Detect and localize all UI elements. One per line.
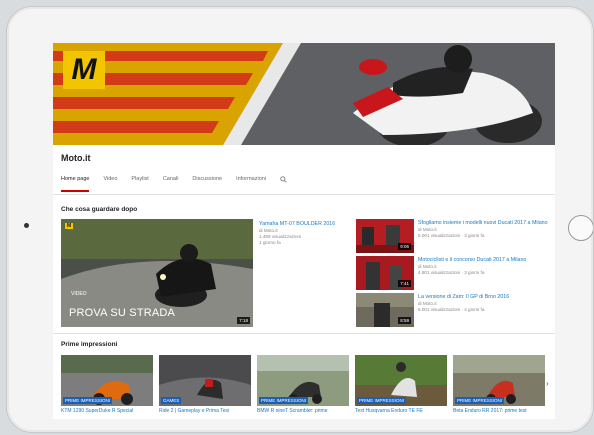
video-meta: 5.001 visualizzazioni · 3 giorni fa bbox=[418, 233, 485, 238]
screen: M Moto.it Home page Video Playlist Canal… bbox=[53, 43, 555, 419]
video-info: La versione di Zam: Il GP di Brno 2016 d… bbox=[418, 294, 548, 313]
video-thumbnail[interactable]: GAMES bbox=[159, 355, 251, 406]
search-icon[interactable] bbox=[280, 176, 287, 192]
tab-video[interactable]: Video bbox=[103, 176, 117, 192]
video-thumbnail[interactable]: PRIME IMPRESSIONI bbox=[355, 355, 447, 406]
list-item[interactable]: PRIME IMPRESSIONI Beta Enduro RR 2017: p… bbox=[453, 355, 545, 414]
list-item[interactable]: PRIME IMPRESSIONI Test Husqvarna Enduro … bbox=[355, 355, 447, 414]
video-thumbnail[interactable]: 8:59 bbox=[356, 293, 414, 327]
video-label: PRIME IMPRESSIONI bbox=[455, 397, 505, 404]
tablet-frame: M Moto.it Home page Video Playlist Canal… bbox=[6, 6, 594, 433]
section-title-next: Che cosa guardare dopo bbox=[61, 206, 138, 213]
section-title-first: Prime impressioni bbox=[61, 341, 118, 348]
video-thumbnail[interactable]: 9:06 bbox=[356, 219, 414, 253]
video-label: PRIME IMPRESSIONI bbox=[259, 397, 309, 404]
channel-banner: M bbox=[53, 43, 555, 145]
video-meta: 6.001 visualizzazioni · 4 giorni fa bbox=[418, 307, 485, 312]
duration-badge: 7:18 bbox=[237, 317, 250, 324]
featured-age: 1 giorno fa bbox=[259, 240, 281, 245]
video-thumbnail[interactable]: 7:41 bbox=[356, 256, 414, 290]
video-title[interactable]: Ride 2 | Gameplay e Prima Tesi bbox=[159, 408, 251, 414]
camera bbox=[24, 223, 29, 228]
video-title[interactable]: La versione di Zam: Il GP di Brno 2016 bbox=[418, 294, 548, 301]
duration-badge: 7:41 bbox=[398, 280, 411, 287]
chevron-right-icon[interactable]: › bbox=[546, 379, 549, 388]
list-item[interactable]: 7:41 Motociclisti e il concorso Ducati 2… bbox=[356, 256, 551, 290]
video-info: Sfogliamo insieme i modelli nuovi Ducati… bbox=[418, 220, 548, 239]
featured-info: Yamaha MT-07 BOULDER 2016 di Moto.it 1.4… bbox=[259, 221, 349, 246]
channel-badge: M bbox=[65, 223, 74, 229]
list-item[interactable]: PRIME IMPRESSIONI KTM 1290 SuperDuke R S… bbox=[61, 355, 153, 414]
channel-logo[interactable]: M bbox=[63, 51, 105, 89]
video-title[interactable]: KTM 1290 SuperDuke R Special bbox=[61, 408, 153, 414]
video-title[interactable]: Beta Enduro RR 2017: prime test bbox=[453, 408, 545, 414]
video-label: PRIME IMPRESSIONI bbox=[63, 397, 113, 404]
featured-video-thumbnail[interactable]: M VIDEO PROVA SU STRADA 7:18 bbox=[61, 219, 253, 327]
featured-overlay-label: VIDEO bbox=[71, 291, 87, 297]
banner-art bbox=[53, 43, 555, 145]
video-label: GAMES bbox=[161, 397, 182, 404]
tab-home[interactable]: Home page bbox=[61, 176, 90, 192]
divider bbox=[53, 333, 555, 334]
video-meta: 4.801 visualizzazioni · 3 giorni fa bbox=[418, 270, 485, 275]
home-button[interactable] bbox=[568, 215, 593, 241]
channel-name[interactable]: Moto.it bbox=[61, 153, 91, 163]
list-item[interactable]: PRIME IMPRESSIONI BMW R nineT Scrambler:… bbox=[257, 355, 349, 414]
divider bbox=[53, 194, 555, 195]
duration-badge: 9:06 bbox=[398, 243, 411, 250]
list-item[interactable]: 9:06 Sfogliamo insieme i modelli nuovi D… bbox=[356, 219, 551, 253]
video-thumbnail[interactable]: PRIME IMPRESSIONI bbox=[257, 355, 349, 406]
tab-playlist[interactable]: Playlist bbox=[131, 176, 148, 192]
video-label: PRIME IMPRESSIONI bbox=[357, 397, 407, 404]
video-title[interactable]: Sfogliamo insieme i modelli nuovi Ducati… bbox=[418, 220, 548, 227]
tab-about[interactable]: Informazioni bbox=[236, 176, 266, 192]
video-thumbnail[interactable]: PRIME IMPRESSIONI bbox=[453, 355, 545, 406]
list-item[interactable]: GAMES Ride 2 | Gameplay e Prima Tesi bbox=[159, 355, 251, 414]
channel-tabs: Home page Video Playlist Canali Discussi… bbox=[61, 176, 287, 192]
featured-caption: PROVA SU STRADA bbox=[69, 307, 176, 319]
video-title[interactable]: Motociclisti e il concorso Ducati 2017 a… bbox=[418, 257, 548, 264]
tab-discussion[interactable]: Discussione bbox=[192, 176, 222, 192]
video-title[interactable]: Test Husqvarna Enduro TE FE bbox=[355, 408, 447, 414]
video-thumbnail[interactable]: PRIME IMPRESSIONI bbox=[61, 355, 153, 406]
video-title[interactable]: BMW R nineT Scrambler: prime bbox=[257, 408, 349, 414]
featured-title[interactable]: Yamaha MT-07 BOULDER 2016 bbox=[259, 221, 349, 228]
list-item[interactable]: 8:59 La versione di Zam: Il GP di Brno 2… bbox=[356, 293, 551, 327]
duration-badge: 8:59 bbox=[398, 317, 411, 324]
video-info: Motociclisti e il concorso Ducati 2017 a… bbox=[418, 257, 548, 276]
tab-channels[interactable]: Canali bbox=[163, 176, 179, 192]
